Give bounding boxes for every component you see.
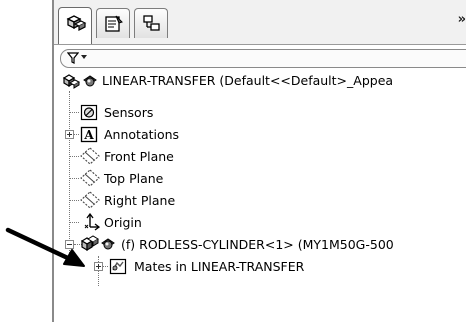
pointer-arrow-icon [5, 227, 85, 267]
tree-root-label: LINEAR-TRANSFER (Default<<Default>_Appea [102, 73, 394, 88]
configuration-manager-icon [143, 15, 160, 31]
tree-item-label: (f) RODLESS-CYLINDER<1> (MY1M50G-500 [121, 237, 394, 252]
tree-item-label: Mates in LINEAR-TRANSFER [134, 259, 305, 274]
tab-overflow-button[interactable]: » [458, 12, 466, 27]
tab-configuration-manager[interactable] [134, 8, 168, 38]
tree-filter-input[interactable] [60, 49, 466, 68]
